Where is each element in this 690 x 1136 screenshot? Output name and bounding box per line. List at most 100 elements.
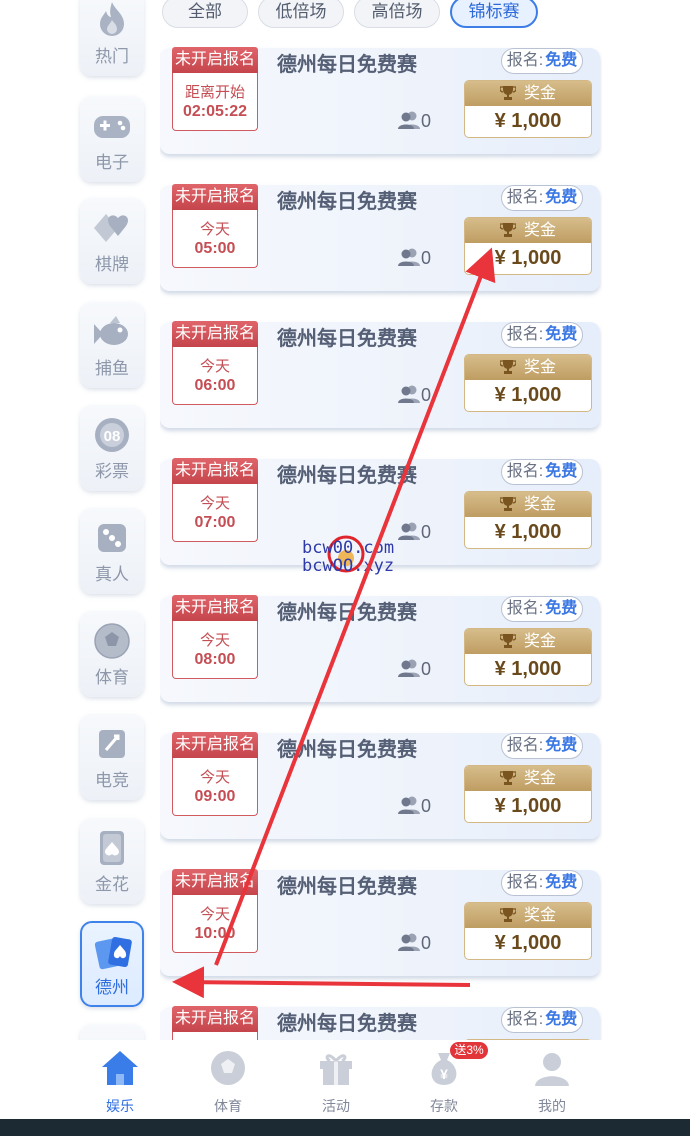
tournament-card[interactable]: 未开启报名 今天 06:00 德州每日免费赛 报名: 免费 0 奖金 ¥ 1,000 [160, 321, 600, 428]
tournament-title: 德州每日免费赛 [277, 328, 417, 350]
category-sidebar: 热门 电子 棋牌 捕鱼 08 彩票 真人 体育 电竞 金花 德州 [0, 0, 160, 1040]
registration-value: 免费 [545, 326, 578, 343]
tournament-title: 德州每日免费赛 [277, 739, 417, 761]
registration-label: 报名: [506, 874, 544, 891]
status-badge: 未开启报名 [172, 732, 258, 758]
registration-fee-pill: 报名: 免费 [501, 733, 583, 759]
start-time-value: 09:00 [194, 788, 236, 805]
registration-fee-pill: 报名: 免费 [501, 185, 583, 211]
prize-box: 奖金 ¥ 1,000 [464, 217, 592, 275]
registration-value: 免费 [545, 1011, 578, 1028]
tab-tournament[interactable]: 锦标赛 [450, 0, 538, 28]
players-icon [398, 933, 420, 951]
trophy-icon [499, 908, 516, 922]
player-count: 0 [398, 932, 431, 954]
nav-entertainment[interactable]: 娱乐 [66, 1040, 174, 1118]
player-count-value: 0 [421, 522, 432, 542]
start-time-value: 08:00 [194, 651, 236, 668]
status-badge: 未开启报名 [172, 184, 258, 210]
tournament-card[interactable]: 未开启报名 德州每日免费赛 报名: 免费 [160, 1006, 600, 1040]
registration-fee-pill: 报名: 免费 [501, 322, 583, 348]
system-bar [0, 1119, 690, 1136]
status-badge: 未开启报名 [172, 458, 258, 484]
sidebar-item-chess-cards[interactable]: 棋牌 [80, 198, 144, 284]
tournament-card[interactable]: 未开启报名 今天 08:00 德州每日免费赛 报名: 免费 0 奖金 ¥ 1,000 [160, 595, 600, 702]
sidebar-item-label: 电竞 [95, 771, 129, 790]
player-count-value: 0 [421, 385, 432, 405]
dice-icon [98, 524, 126, 552]
players-icon [398, 385, 420, 403]
tournament-card[interactable]: 未开启报名 距离开始 02:05:22 德州每日免费赛 报名: 免费 0 奖金 ¥ 1,000 [160, 47, 600, 154]
sidebar-item-sports[interactable]: 体育 [80, 611, 144, 697]
user-icon [535, 1053, 569, 1086]
soccer-ball-icon [211, 1051, 245, 1085]
registration-fee-pill: 报名: 免费 [501, 459, 583, 485]
sidebar-item-lottery[interactable]: 08 彩票 [80, 405, 144, 491]
svg-text:¥: ¥ [440, 1066, 448, 1082]
start-time-box [172, 1032, 258, 1040]
tab-low-multiplier[interactable]: 低倍场 [258, 0, 344, 28]
prize-label: 奖金 [523, 770, 556, 787]
tournament-card[interactable]: 未开启报名今天 05:00 德州每日免费赛 报名: 免费 0 奖金 ¥ 1,000 [160, 184, 600, 291]
status-badge: 未开启报名 [172, 869, 258, 895]
sidebar-item-label: 体育 [95, 668, 129, 687]
player-count-value: 0 [421, 796, 432, 816]
prize-label: 奖金 [523, 633, 556, 650]
lottery-ball-number: 08 [104, 428, 121, 445]
registration-value: 免费 [545, 874, 578, 891]
sidebar-item-fishing[interactable]: 捕鱼 [80, 302, 144, 388]
player-count: 0 [398, 247, 431, 269]
start-time-value: 05:00 [194, 240, 236, 257]
gift-icon [320, 1054, 352, 1085]
sidebar-item-hot[interactable]: 热门 [80, 0, 144, 76]
tournament-title: 德州每日免费赛 [277, 54, 417, 76]
nav-label: 体育 [214, 1098, 242, 1114]
soccer-ball-icon [94, 623, 130, 659]
sidebar-item-live[interactable]: 真人 [80, 508, 144, 594]
start-time-caption: 今天 [199, 495, 230, 512]
start-time-value: 07:00 [194, 514, 236, 531]
prize-box: 奖金 ¥ 1,000 [464, 765, 592, 823]
players-icon [398, 796, 420, 814]
sidebar-item-esports[interactable]: 电竞 [80, 714, 144, 800]
prize-header: 奖金 [465, 903, 591, 928]
sidebar-item-electronic[interactable]: 电子 [80, 96, 144, 182]
trophy-icon [499, 360, 516, 374]
player-count-value: 0 [421, 111, 432, 131]
sidebar-item-texas[interactable]: 德州 [80, 921, 144, 1007]
category-tabs: 全部 低倍场 高倍场 锦标赛 [160, 0, 580, 30]
tournament-card[interactable]: 未开启报名 今天 10:00 德州每日免费赛 报名: 免费 0 奖金 ¥ 1,000 [160, 869, 600, 976]
start-time-box: 今天 10:00 [172, 895, 258, 953]
start-time-value: 10:00 [194, 925, 236, 942]
sidebar-item-label: 棋牌 [95, 255, 129, 274]
registration-value: 免费 [545, 52, 578, 69]
prize-label: 奖金 [523, 496, 556, 513]
registration-fee-pill: 报名: 免费 [501, 48, 583, 74]
prize-amount: ¥ 1,000 [494, 658, 562, 680]
tournament-title: 德州每日免费赛 [277, 191, 417, 213]
sidebar-item-golden-flower[interactable]: 金花 [80, 818, 144, 904]
tab-all[interactable]: 全部 [162, 0, 248, 28]
registration-value: 免费 [545, 189, 578, 206]
prize-box: 奖金 ¥ 1,000 [464, 902, 592, 960]
start-time-caption: 今天 [199, 221, 230, 238]
prize-header: 奖金 [465, 629, 591, 654]
nav-profile[interactable]: 我的 [498, 1040, 606, 1118]
players-icon [398, 248, 420, 266]
tournament-card[interactable]: 未开启报名 今天 09:00 德州每日免费赛 报名: 免费 0 奖金 ¥ 1,000 [160, 732, 600, 839]
prize-amount: ¥ 1,000 [494, 521, 562, 543]
nav-label: 活动 [322, 1098, 350, 1114]
registration-fee-pill: 报名: 免费 [501, 1007, 583, 1033]
sidebar-item-next[interactable] [80, 1024, 144, 1040]
start-time-value: 06:00 [194, 377, 236, 394]
flame-icon [100, 2, 124, 36]
start-time-box: 今天 05:00 [172, 210, 258, 268]
start-time-box: 今天 07:00 [172, 484, 258, 542]
trophy-icon [499, 86, 516, 100]
gamepad-icon [94, 116, 130, 138]
registration-value: 免费 [545, 737, 578, 754]
tab-high-multiplier[interactable]: 高倍场 [354, 0, 440, 28]
nav-activities[interactable]: 活动 [282, 1040, 390, 1118]
nav-label: 娱乐 [106, 1098, 134, 1114]
nav-sports[interactable]: 体育 [174, 1040, 282, 1118]
